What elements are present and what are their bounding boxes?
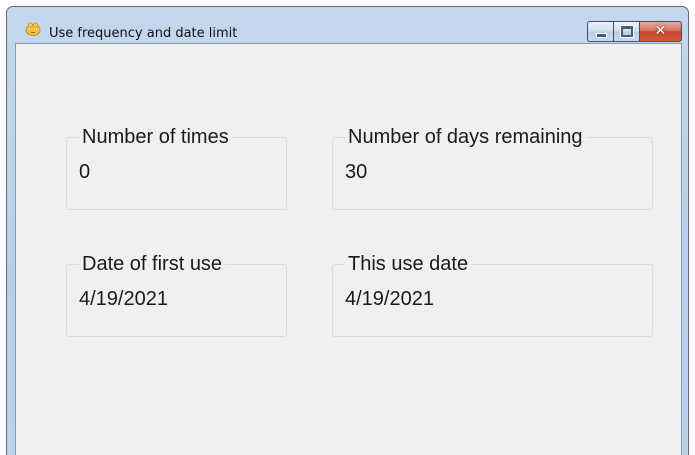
title-bar[interactable]: Use frequency and date limit ✕ [7,7,688,42]
maximize-button[interactable] [613,21,640,42]
close-icon: ✕ [654,23,667,39]
number-of-days-remaining-value: 30 [345,161,368,183]
smiley-app-icon [25,21,41,36]
this-use-date-value: 4/19/2021 [345,288,434,310]
maximize-icon [620,25,634,38]
group-label-date-of-first-use: Date of first use [79,252,226,276]
date-of-first-use-value: 4/19/2021 [79,288,168,310]
group-number-of-times: Number of times 0 [66,125,287,210]
group-label-number-of-days-remaining: Number of days remaining [345,125,586,149]
minimize-icon [596,33,607,38]
group-number-of-days-remaining: Number of days remaining 30 [332,125,653,210]
minimize-button[interactable] [587,21,613,42]
group-date-of-first-use: Date of first use 4/19/2021 [66,252,287,337]
client-area: Number of times 0 Number of days remaini… [15,43,682,455]
close-button[interactable]: ✕ [640,21,682,42]
group-label-number-of-times: Number of times [79,125,232,149]
group-label-this-use-date: This use date [345,252,472,276]
window-controls: ✕ [587,21,682,42]
app-window: Use frequency and date limit ✕ Number of… [6,6,689,455]
window-title: Use frequency and date limit [49,26,238,41]
number-of-times-value: 0 [79,161,91,183]
group-this-use-date: This use date 4/19/2021 [332,252,653,337]
